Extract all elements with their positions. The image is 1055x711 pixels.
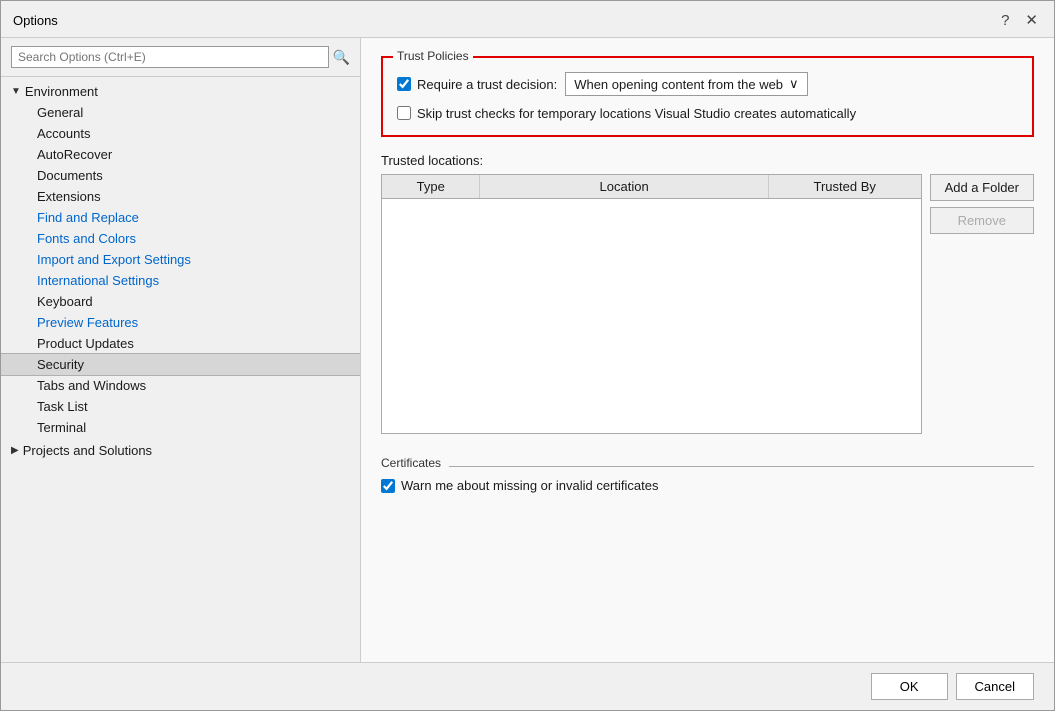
sidebar-item-tabs-windows[interactable]: Tabs and Windows: [1, 375, 360, 396]
preview-features-label: Preview Features: [37, 315, 138, 330]
find-replace-label: Find and Replace: [37, 210, 139, 225]
table-actions: Add a Folder Remove: [930, 174, 1034, 434]
warn-certs-checkbox[interactable]: [381, 479, 395, 493]
close-button[interactable]: ✕: [1021, 9, 1042, 31]
require-trust-wrap: Require a trust decision:: [397, 77, 557, 92]
accounts-label: Accounts: [37, 126, 90, 141]
tree-area: ▼ Environment General Accounts AutoRecov…: [1, 77, 360, 662]
sidebar-item-product-updates[interactable]: Product Updates: [1, 333, 360, 354]
options-dialog: Options ? ✕ 🔍 ▼ Environment General: [0, 0, 1055, 711]
international-label: International Settings: [37, 273, 159, 288]
sidebar-item-autorecover[interactable]: AutoRecover: [1, 144, 360, 165]
dialog-content: 🔍 ▼ Environment General Accounts AutoRec…: [1, 38, 1054, 662]
sidebar-item-accounts[interactable]: Accounts: [1, 123, 360, 144]
task-list-label: Task List: [37, 399, 88, 414]
title-bar-left: Options: [13, 13, 58, 28]
trust-policies-legend: Trust Policies: [393, 49, 473, 63]
keyboard-label: Keyboard: [37, 294, 93, 309]
sidebar-item-general[interactable]: General: [1, 102, 360, 123]
sidebar-item-documents[interactable]: Documents: [1, 165, 360, 186]
warn-certs-label: Warn me about missing or invalid certifi…: [401, 478, 658, 493]
autorecover-label: AutoRecover: [37, 147, 112, 162]
help-button[interactable]: ?: [997, 10, 1013, 31]
documents-label: Documents: [37, 168, 103, 183]
sidebar-item-import-export[interactable]: Import and Export Settings: [1, 249, 360, 270]
bottom-bar: OK Cancel: [1, 662, 1054, 710]
sidebar-item-projects-solutions[interactable]: ▶ Projects and Solutions: [1, 440, 360, 461]
ok-button[interactable]: OK: [871, 673, 948, 700]
skip-trust-checkbox[interactable]: [397, 106, 411, 120]
title-bar: Options ? ✕: [1, 1, 1054, 38]
table-header: Type Location Trusted By: [382, 175, 921, 199]
certs-header-row: Certificates: [381, 456, 1034, 470]
sidebar-item-international[interactable]: International Settings: [1, 270, 360, 291]
sidebar-item-environment[interactable]: ▼ Environment: [1, 81, 360, 102]
title-bar-right: ? ✕: [997, 9, 1042, 31]
import-export-label: Import and Export Settings: [37, 252, 191, 267]
trust-policies-section: Trust Policies Require a trust decision:…: [381, 56, 1034, 137]
left-panel: 🔍 ▼ Environment General Accounts AutoRec…: [1, 38, 361, 662]
sidebar-item-task-list[interactable]: Task List: [1, 396, 360, 417]
col-type: Type: [382, 175, 480, 198]
sidebar-item-keyboard[interactable]: Keyboard: [1, 291, 360, 312]
require-trust-checkbox[interactable]: [397, 77, 411, 91]
projects-arrow: ▶: [11, 445, 19, 456]
require-trust-label: Require a trust decision:: [417, 77, 557, 92]
expand-arrow: ▼: [11, 86, 21, 97]
table-body: [382, 199, 921, 419]
trust-policies-row: Require a trust decision: When opening c…: [397, 72, 1018, 96]
environment-label: Environment: [25, 84, 98, 99]
col-trusted-by: Trusted By: [769, 175, 921, 198]
right-panel: Trust Policies Require a trust decision:…: [361, 38, 1054, 662]
dialog-title: Options: [13, 13, 58, 28]
extensions-label: Extensions: [37, 189, 101, 204]
sidebar-item-find-and-replace[interactable]: Find and Replace: [1, 207, 360, 228]
skip-row: Skip trust checks for temporary location…: [397, 106, 1018, 121]
search-box-wrap: 🔍: [1, 38, 360, 77]
trusted-table: Type Location Trusted By: [381, 174, 922, 434]
sidebar-item-fonts-and-colors[interactable]: Fonts and Colors: [1, 228, 360, 249]
certs-divider: [449, 466, 1034, 467]
certs-legend: Certificates: [381, 456, 441, 470]
skip-trust-label: Skip trust checks for temporary location…: [417, 106, 856, 121]
tabs-windows-label: Tabs and Windows: [37, 378, 146, 393]
sidebar-item-security[interactable]: Security: [1, 354, 360, 375]
fonts-colors-label: Fonts and Colors: [37, 231, 136, 246]
trusted-locations-area: Trusted locations: Type Location Trusted…: [381, 149, 1034, 434]
sidebar-item-preview-features[interactable]: Preview Features: [1, 312, 360, 333]
general-label: General: [37, 105, 83, 120]
sidebar-item-terminal[interactable]: Terminal: [1, 417, 360, 438]
security-label: Security: [37, 357, 84, 372]
search-input[interactable]: [11, 46, 329, 68]
trusted-locations-label: Trusted locations:: [381, 153, 1034, 168]
cancel-button[interactable]: Cancel: [956, 673, 1034, 700]
projects-solutions-label: Projects and Solutions: [23, 443, 152, 458]
certificates-section: Certificates Warn me about missing or in…: [381, 446, 1034, 493]
search-icon[interactable]: 🔍: [333, 49, 350, 66]
col-location: Location: [480, 175, 768, 198]
terminal-label: Terminal: [37, 420, 86, 435]
add-folder-button[interactable]: Add a Folder: [930, 174, 1034, 201]
product-updates-label: Product Updates: [37, 336, 134, 351]
trust-dropdown[interactable]: When opening content from the web ∨: [565, 72, 807, 96]
trust-dropdown-arrow: ∨: [789, 76, 799, 92]
trust-dropdown-value: When opening content from the web: [574, 77, 783, 92]
certs-row: Warn me about missing or invalid certifi…: [381, 478, 1034, 493]
trusted-table-wrap: Type Location Trusted By Add a Folder Re…: [381, 174, 1034, 434]
sidebar-item-extensions[interactable]: Extensions: [1, 186, 360, 207]
remove-button[interactable]: Remove: [930, 207, 1034, 234]
